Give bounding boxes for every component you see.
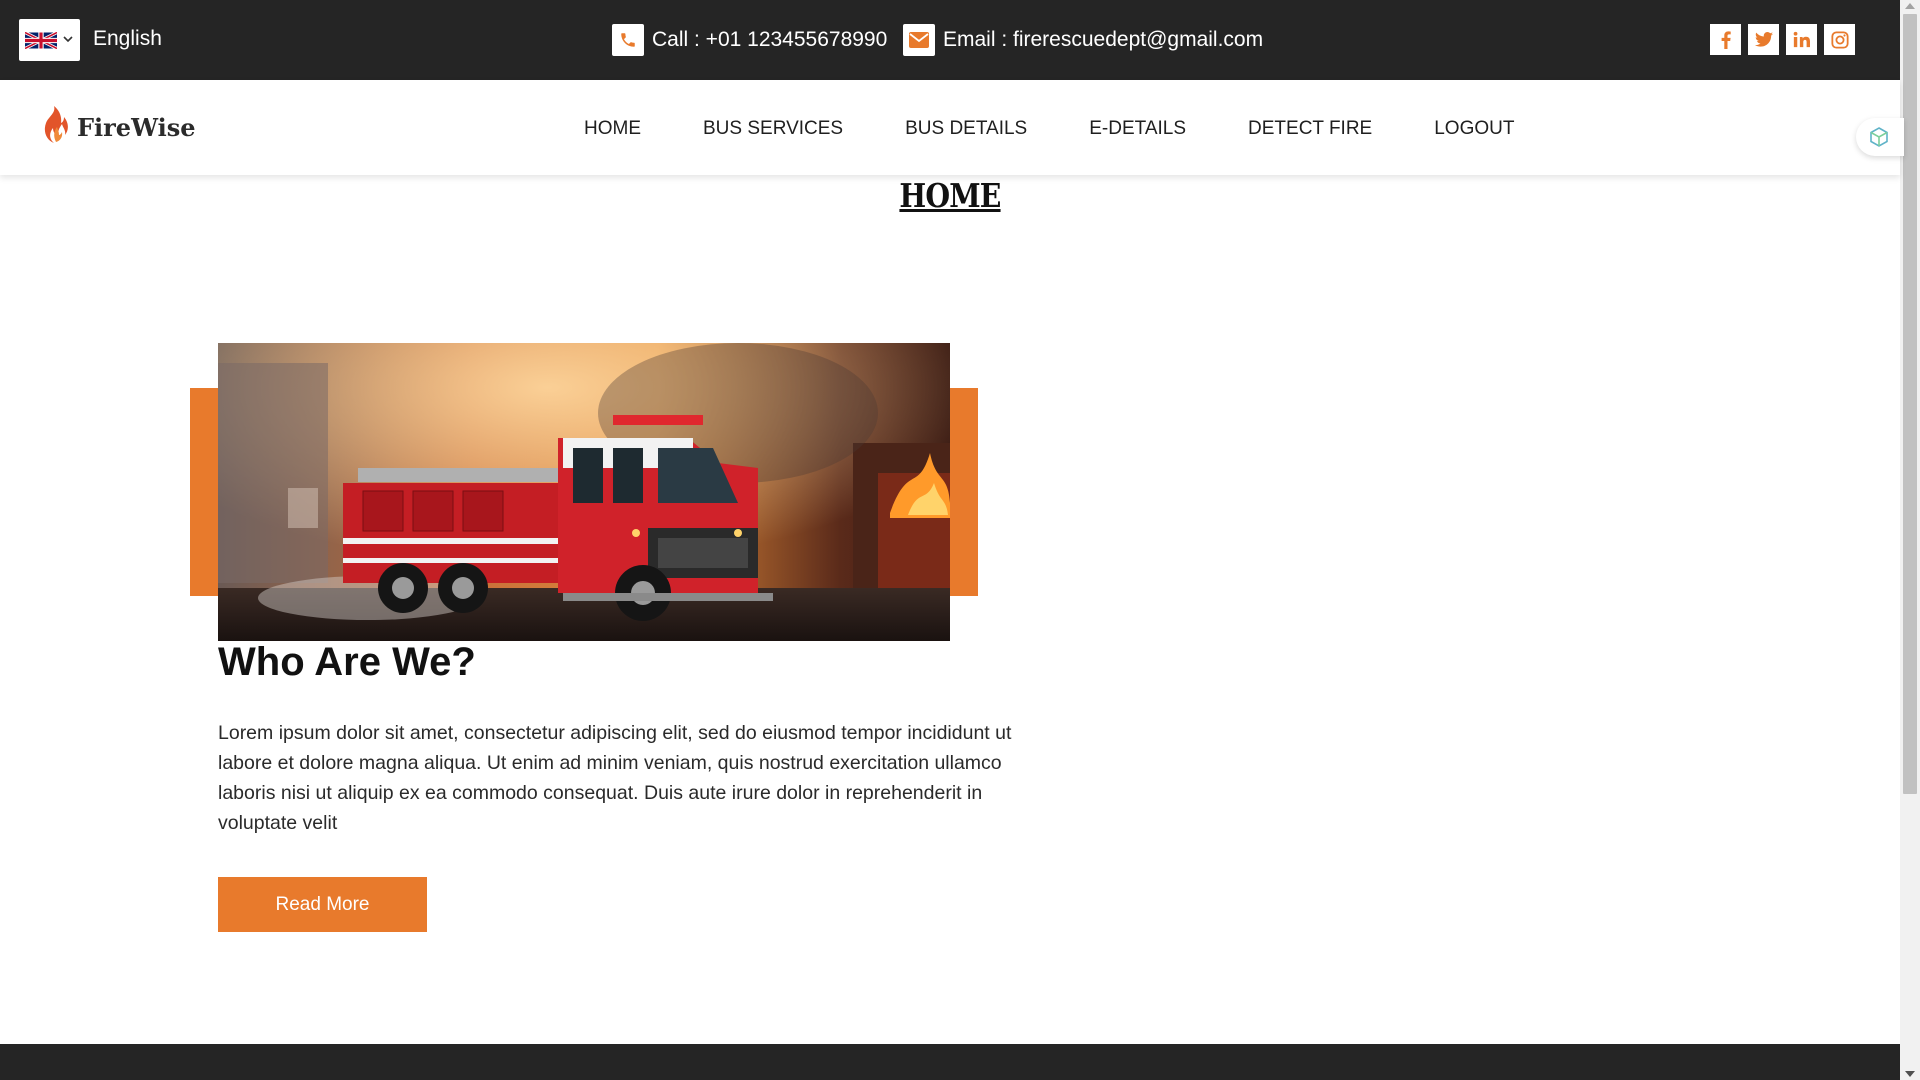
envelope-icon <box>903 24 935 56</box>
phone-icon <box>612 24 644 56</box>
social-links <box>1710 24 1855 55</box>
call-text: Call : +01 123455678990 <box>652 28 888 51</box>
scrollbar-thumb[interactable] <box>1903 14 1917 794</box>
page-title: HOME <box>899 176 1001 215</box>
cube-logo-icon <box>1870 127 1888 147</box>
nav-item-home[interactable]: HOME <box>584 118 641 140</box>
linkedin-icon[interactable] <box>1786 24 1817 55</box>
language-label[interactable]: English <box>93 27 162 51</box>
nav-item-logout[interactable]: LOGOUT <box>1434 118 1514 140</box>
fire-truck-image <box>218 343 950 641</box>
uk-flag-icon <box>25 32 57 49</box>
top-bar: English Call : +01 123455678990 Email : … <box>0 0 1900 80</box>
facebook-icon[interactable] <box>1710 24 1741 55</box>
nav-item-bus-details[interactable]: BUS DETAILS <box>905 118 1027 140</box>
read-more-button[interactable]: Read More <box>218 877 427 932</box>
email-text: Email : firerescuedept@gmail.com <box>943 28 1264 51</box>
language-selector[interactable] <box>19 19 80 61</box>
about-heading: Who Are We? <box>218 640 476 684</box>
chevron-down-icon <box>63 36 73 43</box>
nav-item-e-details[interactable]: E-DETAILS <box>1089 118 1186 140</box>
instagram-icon[interactable] <box>1824 24 1855 55</box>
flame-icon <box>44 106 68 143</box>
nav-menu: HOME BUS SERVICES BUS DETAILS E-DETAILS … <box>584 118 1576 140</box>
brand-logo[interactable]: FireWise <box>37 105 196 149</box>
nav-item-detect-fire[interactable]: DETECT FIRE <box>1248 118 1372 140</box>
scroll-up-arrow-icon[interactable] <box>1905 3 1915 9</box>
scroll-down-arrow-icon[interactable] <box>1905 1071 1915 1077</box>
main-navbar: FireWise HOME BUS SERVICES BUS DETAILS E… <box>0 80 1904 175</box>
email-contact[interactable]: Email : firerescuedept@gmail.com <box>903 24 1263 56</box>
vertical-scrollbar[interactable] <box>1900 0 1920 1080</box>
accent-block-right <box>950 388 978 596</box>
floating-widget-button[interactable] <box>1856 118 1904 156</box>
call-contact[interactable]: Call : +01 123455678990 <box>612 24 887 56</box>
brand-name: FireWise <box>77 112 196 142</box>
twitter-icon[interactable] <box>1748 24 1779 55</box>
about-paragraph: Lorem ipsum dolor sit amet, consectetur … <box>218 722 1012 834</box>
nav-item-bus-services[interactable]: BUS SERVICES <box>703 118 843 140</box>
footer-bar <box>0 1044 1900 1080</box>
